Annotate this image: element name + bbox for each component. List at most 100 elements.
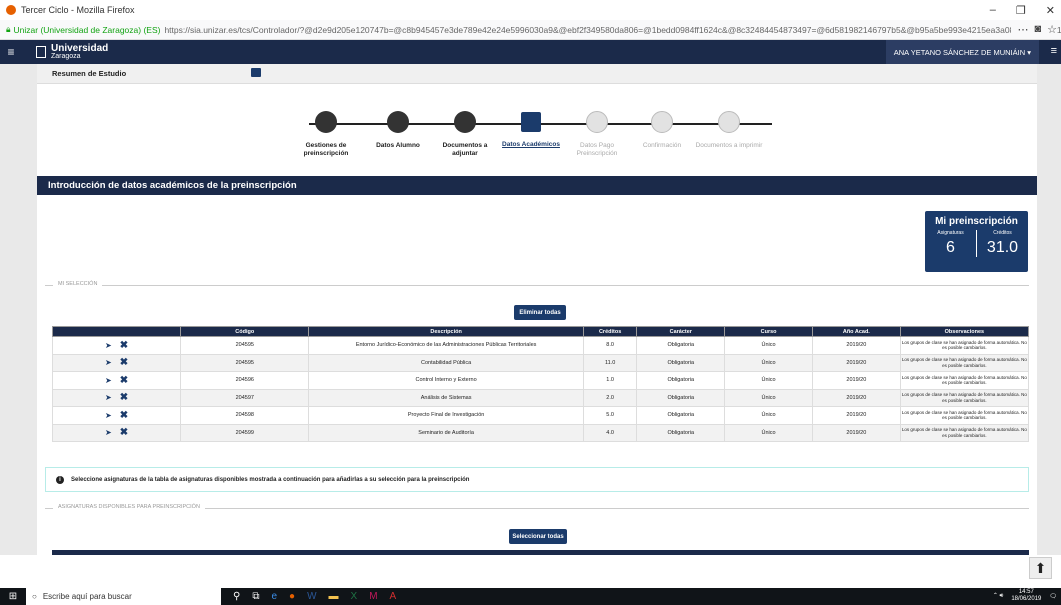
step-circle xyxy=(651,111,673,133)
step-circle-active xyxy=(521,112,541,132)
delete-icon[interactable]: ✖ xyxy=(120,375,128,386)
select-group-icon[interactable]: ➤ xyxy=(105,428,112,437)
windows-start-icon[interactable]: ⊞ xyxy=(0,591,26,602)
cell-curso: Único xyxy=(724,388,813,407)
edge-browser-icon[interactable]: e xyxy=(271,591,277,602)
cell-curso: Único xyxy=(724,371,813,390)
delete-icon[interactable]: ✖ xyxy=(120,357,128,368)
select-group-icon[interactable]: ➤ xyxy=(105,393,112,402)
page-actions-icon[interactable]: ⋯ xyxy=(1017,23,1028,36)
asignaturas-count: 6 xyxy=(946,239,955,256)
delete-icon[interactable]: ✖ xyxy=(120,410,128,421)
cell-curso: Único xyxy=(724,353,813,372)
col-header-descripcion[interactable]: Descripción xyxy=(308,326,584,337)
main-content: Resumen de Estudio Gestiones de preinscr… xyxy=(37,64,1037,555)
minimize-icon[interactable]: – xyxy=(990,4,996,17)
step-label: Datos Alumno xyxy=(376,142,420,149)
pocket-icon[interactable]: ◙ xyxy=(1034,23,1041,36)
cell-anio: 2019/20 xyxy=(811,423,901,442)
info-text: Seleccione asignaturas de la tabla de as… xyxy=(71,476,470,483)
tray-icons[interactable]: ⌃ 🔊︎ xyxy=(993,592,1003,600)
mi-seleccion-legend: MI SELECCIÓN xyxy=(53,281,103,287)
resumen-label: Resumen de Estudio xyxy=(52,69,127,78)
col-header-anio[interactable]: Año Acad. xyxy=(811,326,901,337)
mi-seleccion-fieldset: MI SELECCIÓN xyxy=(45,281,1029,287)
eliminar-todas-button[interactable]: Eliminar todas xyxy=(514,305,566,320)
step-label: Documentos a imprimir xyxy=(695,142,763,149)
cell-codigo: 204595 xyxy=(180,336,310,355)
col-header-codigo[interactable]: Código xyxy=(180,326,310,337)
select-group-icon[interactable]: ➤ xyxy=(105,358,112,367)
cell-codigo: 204595 xyxy=(180,353,310,372)
excel-icon[interactable]: X xyxy=(351,591,358,602)
clock-time: 14:57 xyxy=(1018,589,1034,595)
task-view-icon[interactable]: ⧉ xyxy=(252,591,259,602)
cell-observaciones: Los grupos de clase se han asignado de f… xyxy=(899,353,1030,372)
cell-codigo: 204599 xyxy=(180,423,310,442)
url-bar[interactable]: 🔒︎ Unizar (Universidad de Zaragoza) (ES)… xyxy=(0,20,1061,40)
step-gestiones[interactable]: Gestiones de preinscripción xyxy=(291,111,361,158)
col-header-curso[interactable]: Curso xyxy=(724,326,813,337)
cell-curso: Único xyxy=(724,423,813,442)
firefox-taskbar-icon[interactable]: ● xyxy=(289,591,295,602)
page-background: Resumen de Estudio Gestiones de preinscr… xyxy=(0,64,1061,555)
user-menu[interactable]: ANA YETANO SÁNCHEZ DE MUNIÁIN ▾ xyxy=(885,40,1039,64)
disponibles-table-header xyxy=(52,550,1029,555)
notifications-icon[interactable]: 🗨︎ xyxy=(1049,593,1057,600)
scroll-to-top-button[interactable]: ⬆ xyxy=(1029,557,1052,579)
asignaturas-label: Asignaturas xyxy=(937,230,964,236)
bookmark-star-icon[interactable]: ☆ xyxy=(1047,23,1057,36)
close-icon[interactable]: ✕ xyxy=(1046,4,1055,17)
cell-observaciones: Los grupos de clase se han asignado de f… xyxy=(899,423,1030,442)
cell-caracter: Obligatoria xyxy=(636,336,726,355)
step-label: Datos Pago Preinscripción xyxy=(576,142,618,157)
step-documentos[interactable]: Documentos a adjuntar xyxy=(430,111,500,158)
step-datos-pago: Datos Pago Preinscripción xyxy=(562,111,632,158)
cell-codigo: 204597 xyxy=(180,388,310,407)
cell-descripcion: Control Interno y Externo xyxy=(308,371,584,390)
word-icon[interactable]: W xyxy=(307,591,316,602)
creditos-total: 31.0 xyxy=(986,239,1019,256)
table-row: ➤ ✖ 204599 Seminario de Auditoría 4.0 Obligat… xyxy=(51,423,1030,442)
cell-observaciones: Los grupos de clase se han asignado de f… xyxy=(899,406,1030,425)
resumen-bar: Resumen de Estudio xyxy=(37,64,1037,84)
info-icon: i xyxy=(56,475,64,484)
cell-observaciones: Los grupos de clase se han asignado de f… xyxy=(899,388,1030,407)
cell-actions: ➤ ✖ xyxy=(51,353,182,372)
folder-icon[interactable] xyxy=(251,68,261,77)
microphone-icon[interactable]: ⚲ xyxy=(233,591,240,602)
cell-creditos: 5.0 xyxy=(582,406,638,425)
side-menu-icon[interactable]: ≡ xyxy=(1051,45,1057,57)
step-circle xyxy=(315,111,337,133)
explorer-icon[interactable]: ▬ xyxy=(329,591,339,602)
cell-codigo: 204596 xyxy=(180,371,310,390)
app-icon[interactable]: M xyxy=(369,591,377,602)
window-titlebar: Tercer Ciclo - Mozilla Firefox – ❐ ✕ xyxy=(0,0,1061,20)
delete-icon[interactable]: ✖ xyxy=(120,392,128,403)
delete-icon[interactable]: ✖ xyxy=(120,427,128,438)
step-label: Documentos a adjuntar xyxy=(442,142,488,157)
step-datos-alumno[interactable]: Datos Alumno xyxy=(363,111,433,150)
col-header-observaciones: Observaciones xyxy=(899,326,1030,337)
delete-icon[interactable]: ✖ xyxy=(120,340,128,351)
table-row: ➤ ✖ 204595 Entorno Jurídico-Económico de la… xyxy=(51,336,1030,355)
select-group-icon[interactable]: ➤ xyxy=(105,411,112,420)
col-header-creditos[interactable]: Créditos xyxy=(582,326,638,337)
select-group-icon[interactable]: ➤ xyxy=(105,376,112,385)
taskbar-search[interactable]: ○ Escribe aquí para buscar xyxy=(26,588,221,605)
step-label: Confirmación xyxy=(642,142,682,149)
site-identity[interactable]: Unizar (Universidad de Zaragoza) (ES) xyxy=(14,25,161,35)
url-text[interactable]: https://sia.unizar.es/tcs/Controlador/?@… xyxy=(164,25,1061,35)
step-datos-academicos[interactable]: Datos Académicos xyxy=(496,111,566,149)
select-group-icon[interactable]: ➤ xyxy=(105,341,112,350)
window-title: Tercer Ciclo - Mozilla Firefox xyxy=(21,5,135,15)
cell-caracter: Obligatoria xyxy=(636,388,726,407)
restore-icon[interactable]: ❐ xyxy=(1016,4,1026,17)
app-header: ≡ Universidad Zaragoza ANA YETANO SÁNCHE… xyxy=(0,40,1061,64)
seleccionar-todas-button[interactable]: Seleccionar todas xyxy=(509,529,567,544)
system-clock[interactable]: 14:57 18/06/2019 xyxy=(1011,589,1041,603)
col-header-caracter[interactable]: Carácter xyxy=(636,326,726,337)
hamburger-menu-icon[interactable]: ≡ xyxy=(0,45,22,59)
acrobat-icon[interactable]: A xyxy=(390,591,397,602)
cell-caracter: Obligatoria xyxy=(636,353,726,372)
